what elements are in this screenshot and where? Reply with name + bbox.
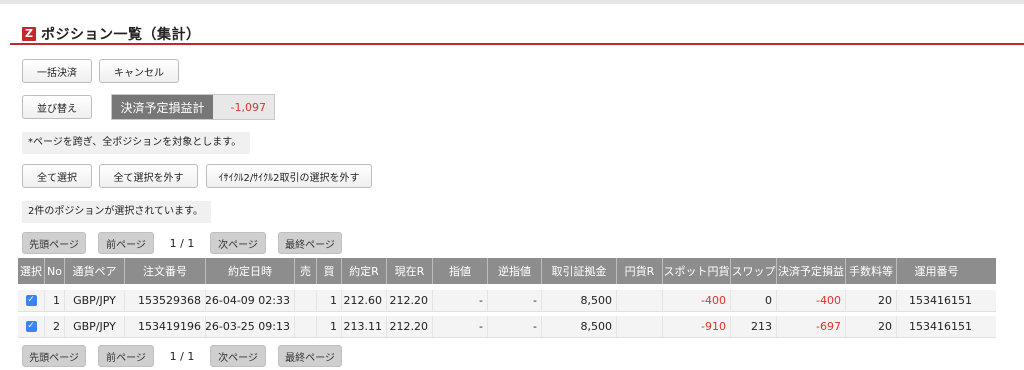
sort-button[interactable]: 並び替え xyxy=(22,95,92,119)
pl-summary-label: 決済予定損益計 xyxy=(112,95,213,119)
pager-top: 先頭ページ 前ページ 1 / 1 次ページ 最終ページ xyxy=(22,232,342,254)
col-buy: 買 xyxy=(317,258,342,284)
cell-sell xyxy=(295,316,317,337)
cell-margin: 8,500 xyxy=(542,290,617,311)
select-all-button[interactable]: 全て選択 xyxy=(22,164,92,188)
page-title: ポジション一覧（集計） xyxy=(41,27,201,43)
row-checkbox[interactable]: ✓ xyxy=(18,316,45,337)
col-pair: 通貨ペア xyxy=(65,258,125,284)
cell-fee: 20 xyxy=(846,290,897,311)
col-fund-no: 運用番号 xyxy=(914,265,959,278)
cell-exec-time: 26-04-09 02:33 xyxy=(206,290,295,311)
col-margin: 取引証拠金 xyxy=(542,258,617,284)
cell-pair: GBP/JPY xyxy=(65,290,125,311)
cell-spot-yen: -910 xyxy=(663,316,731,337)
cross-page-note: *ページを跨ぎ、全ポジションを対象とします。 xyxy=(22,132,250,154)
selected-count-note: 2件のポジションが選択されています。 xyxy=(22,201,211,223)
deselect-cycle-button[interactable]: ｲｻｲｸﾙ2/ｻｲｸﾙ2取引の選択を外す xyxy=(206,164,372,188)
pager-first-button[interactable]: 先頭ページ xyxy=(22,232,86,254)
cell-exec-time: 26-03-25 09:13 xyxy=(206,316,295,337)
cell-no: 2 xyxy=(45,316,65,337)
checkbox-checked-icon[interactable]: ✓ xyxy=(25,295,37,306)
cell-fund-no: 153416151 xyxy=(909,320,972,333)
page-header: Z ポジション一覧（集計） xyxy=(22,24,201,44)
cell-stop: - xyxy=(488,316,542,337)
title-underline xyxy=(10,43,1024,45)
cell-yen-rate xyxy=(617,290,663,311)
col-current-rate: 現在R xyxy=(387,258,433,284)
pager-info: 1 / 1 xyxy=(169,236,195,250)
table-row[interactable]: ✓ 2 GBP/JPY 153419196 26-03-25 09:13 1 2… xyxy=(18,316,996,338)
cell-yen-rate xyxy=(617,316,663,337)
table-header: 選択 No 通貨ペア 注文番号 約定日時 売 買 約定R 現在R 指値 逆指値 … xyxy=(18,258,996,284)
cell-sell xyxy=(295,290,317,311)
cell-limit: - xyxy=(433,290,488,311)
brand-logo-icon: Z xyxy=(22,27,36,41)
pager-prev-button[interactable]: 前ページ xyxy=(98,232,154,254)
col-yen-rate: 円貨R xyxy=(617,258,663,284)
cell-fund-no: 153416151 xyxy=(909,294,972,307)
cell-exec-rate: 212.60 xyxy=(342,290,387,311)
col-no: No xyxy=(45,258,65,284)
cell-buy: 1 xyxy=(317,316,342,337)
cell-order-no: 153419196 xyxy=(125,316,206,337)
cell-swap: 213 xyxy=(731,316,777,337)
pager-prev-button[interactable]: 前ページ xyxy=(98,345,154,367)
pager-bottom: 先頭ページ 前ページ 1 / 1 次ページ 最終ページ xyxy=(22,345,342,367)
row-checkbox[interactable]: ✓ xyxy=(18,290,45,311)
cell-est-pl: -400 xyxy=(777,290,846,311)
cell-order-no: 153529368 xyxy=(125,290,206,311)
col-order-no: 注文番号 xyxy=(125,258,206,284)
cell-pair: GBP/JPY xyxy=(65,316,125,337)
cell-fee: 20 xyxy=(846,316,897,337)
pager-next-button[interactable]: 次ページ xyxy=(210,232,266,254)
col-est-pl: 決済予定損益 xyxy=(777,258,846,284)
cancel-button[interactable]: キャンセル xyxy=(99,59,179,83)
cell-est-pl: -697 xyxy=(777,316,846,337)
cell-spot-yen: -400 xyxy=(663,290,731,311)
table-row[interactable]: ✓ 1 GBP/JPY 153529368 26-04-09 02:33 1 2… xyxy=(18,290,996,312)
cell-swap: 0 xyxy=(731,290,777,311)
pl-summary-value: -1,097 xyxy=(213,95,274,119)
pager-next-button[interactable]: 次ページ xyxy=(210,345,266,367)
cell-stop: - xyxy=(488,290,542,311)
cell-buy: 1 xyxy=(317,290,342,311)
col-stop: 逆指値 xyxy=(488,258,542,284)
pager-last-button[interactable]: 最終ページ xyxy=(278,232,342,254)
col-select: 選択 xyxy=(18,258,45,284)
cell-current-rate: 212.20 xyxy=(387,290,433,311)
col-fee: 手数料等 xyxy=(846,258,897,284)
pager-first-button[interactable]: 先頭ページ xyxy=(22,345,86,367)
col-exec-rate: 約定R xyxy=(342,258,387,284)
cell-margin: 8,500 xyxy=(542,316,617,337)
checkbox-checked-icon[interactable]: ✓ xyxy=(25,321,37,332)
col-spot-yen: スポット円貨 xyxy=(663,258,731,284)
col-exec-time: 約定日時 xyxy=(206,258,295,284)
pager-last-button[interactable]: 最終ページ xyxy=(278,345,342,367)
bulk-settle-button[interactable]: 一括決済 xyxy=(22,59,92,83)
cell-limit: - xyxy=(433,316,488,337)
cell-exec-rate: 213.11 xyxy=(342,316,387,337)
pl-summary: 決済予定損益計 -1,097 xyxy=(111,94,275,120)
cell-no: 1 xyxy=(45,290,65,311)
col-sell: 売 xyxy=(295,258,317,284)
pager-info: 1 / 1 xyxy=(169,349,195,363)
deselect-all-button[interactable]: 全て選択を外す xyxy=(99,164,198,188)
col-swap: スワップ xyxy=(731,258,777,284)
top-border xyxy=(0,0,1024,4)
col-limit: 指値 xyxy=(433,258,488,284)
cell-current-rate: 212.20 xyxy=(387,316,433,337)
